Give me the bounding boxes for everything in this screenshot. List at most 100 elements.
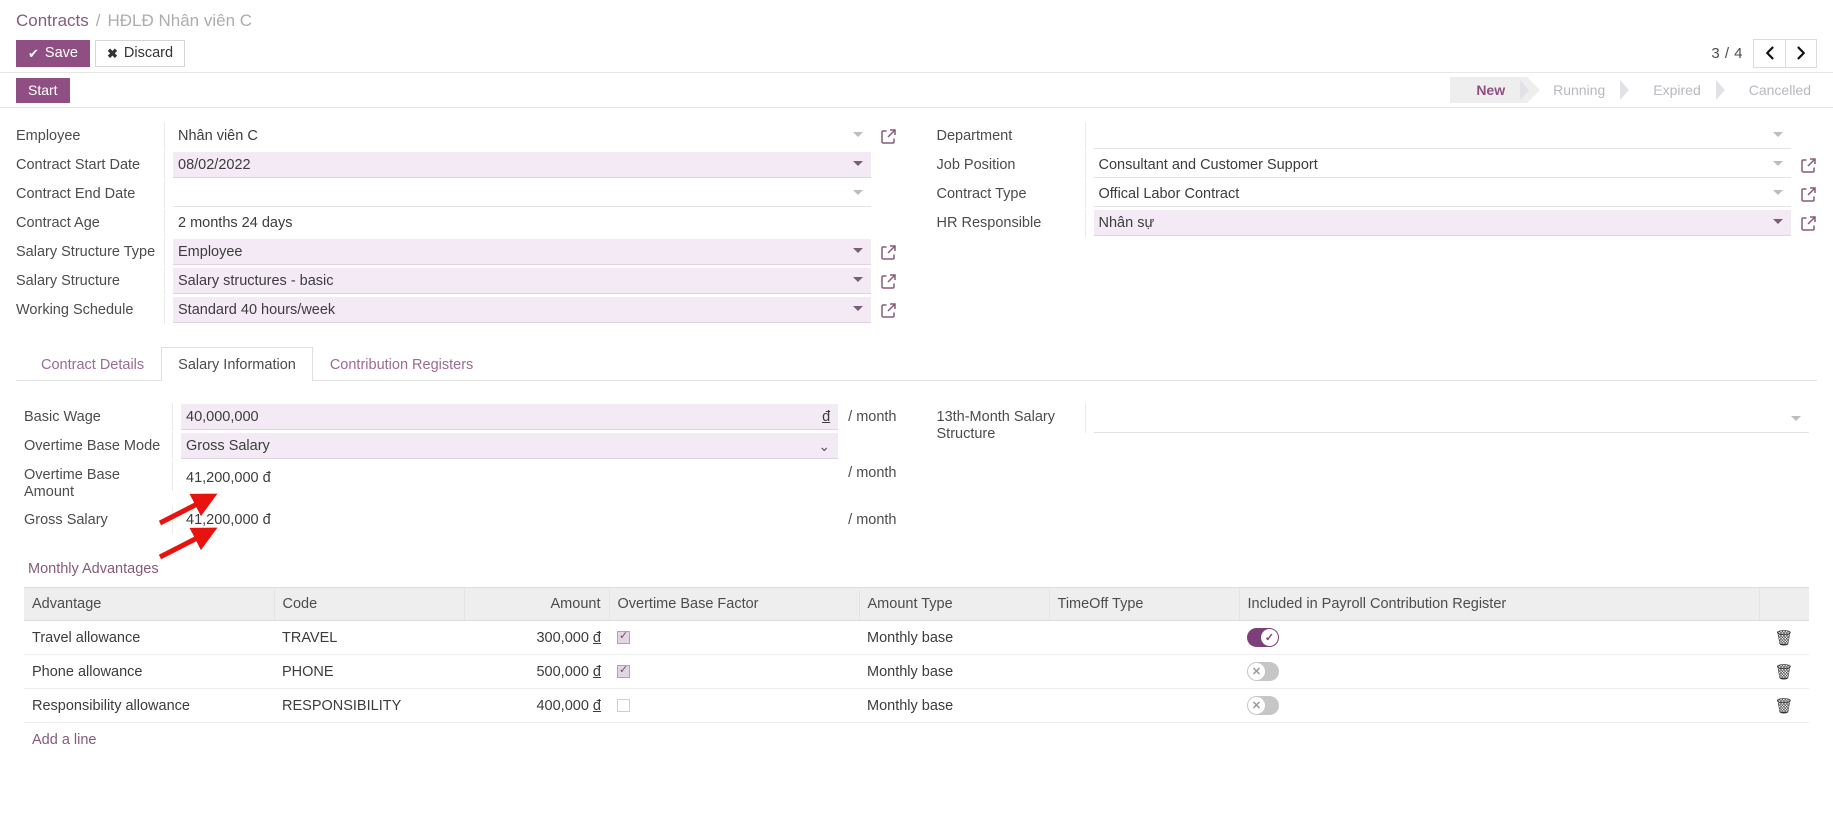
cell-amount[interactable]: 500,000 đ <box>464 655 609 689</box>
monthly-advantages-table: Advantage Code Amount Overtime Base Fact… <box>24 587 1809 723</box>
cell-delete[interactable]: 🗑 <box>1759 655 1809 689</box>
table-row[interactable]: Phone allowance PHONE 500,000 đ Monthly … <box>24 655 1809 689</box>
included-in-register-toggle[interactable]: ✓ <box>1247 628 1279 647</box>
pager-previous-button[interactable] <box>1754 40 1785 67</box>
status-new[interactable]: New <box>1450 77 1527 103</box>
cell-amount-type[interactable]: Monthly base <box>859 621 1049 655</box>
field-13th-month-salary-structure-input[interactable] <box>1094 407 1810 433</box>
field-salary-structure-input[interactable]: Salary structures - basic <box>173 268 871 294</box>
discard-button[interactable]: ✖ Discard <box>95 40 185 67</box>
overtime-base-factor-checkbox[interactable] <box>617 699 630 712</box>
table-row[interactable]: Responsibility allowance RESPONSIBILITY … <box>24 689 1809 723</box>
cell-delete[interactable]: 🗑 <box>1759 689 1809 723</box>
cell-included-in-register[interactable]: ✕ <box>1239 655 1759 689</box>
field-contract-start-date-label: Contract Start Date <box>16 151 164 174</box>
start-button[interactable]: Start <box>16 78 70 103</box>
cell-included-in-register[interactable]: ✕ <box>1239 689 1759 723</box>
employee-internal-link-icon[interactable] <box>880 128 897 145</box>
field-hr-responsible-label: HR Responsible <box>937 209 1085 232</box>
trash-icon[interactable]: 🗑 <box>1774 698 1793 715</box>
field-contract-end-date-input[interactable] <box>173 181 871 207</box>
save-button[interactable]: ✔ Save <box>16 40 90 67</box>
save-button-label: Save <box>45 46 78 61</box>
field-contract-start-date-input[interactable]: 08/02/2022 <box>173 152 871 178</box>
cell-amount-type[interactable]: Monthly base <box>859 655 1049 689</box>
trash-icon[interactable]: 🗑 <box>1774 630 1793 647</box>
status-cancelled[interactable]: Cancelled <box>1723 77 1833 103</box>
table-header: Advantage Code Amount Overtime Base Fact… <box>24 588 1809 621</box>
overtime-base-factor-checkbox[interactable] <box>617 665 630 678</box>
field-contract-start-date: Contract Start Date 08/02/2022 <box>16 151 897 180</box>
field-overtime-base-mode-select[interactable]: Gross Salary ⌄ <box>181 433 838 459</box>
field-job-position-input[interactable]: Consultant and Customer Support <box>1094 152 1792 178</box>
field-job-position-label: Job Position <box>937 151 1085 174</box>
column-included-in-register[interactable]: Included in Payroll Contribution Registe… <box>1239 588 1759 621</box>
column-advantage[interactable]: Advantage <box>24 588 274 621</box>
currency-symbol: đ <box>593 698 601 714</box>
cell-timeoff-type[interactable] <box>1049 655 1239 689</box>
job-position-internal-link-icon[interactable] <box>1800 157 1817 174</box>
cell-amount-value: 300,000 <box>536 630 588 646</box>
contract-form-page: Contracts / HĐLĐ Nhân viên C ✔ Save ✖ Di… <box>0 0 1833 834</box>
status-running[interactable]: Running <box>1527 77 1627 103</box>
add-a-line-button[interactable]: Add a line <box>24 723 105 754</box>
field-overtime-base-mode-label: Overtime Base Mode <box>24 432 172 455</box>
contract-type-internal-link-icon[interactable] <box>1800 186 1817 203</box>
cell-overtime-base-factor[interactable] <box>609 689 859 723</box>
table-row[interactable]: Travel allowance TRAVEL 300,000 đ Monthl… <box>24 621 1809 655</box>
field-salary-structure-type: Salary Structure Type Employee <box>16 238 897 267</box>
status-expired[interactable]: Expired <box>1627 77 1722 103</box>
field-contract-age-value: 2 months 24 days <box>173 210 871 236</box>
trash-icon[interactable]: 🗑 <box>1774 664 1793 681</box>
field-contract-age-label: Contract Age <box>16 209 164 232</box>
cell-advantage[interactable]: Responsibility allowance <box>24 689 274 723</box>
cell-timeoff-type[interactable] <box>1049 689 1239 723</box>
pager-next-button[interactable] <box>1785 40 1816 67</box>
cell-amount[interactable]: 300,000 đ <box>464 621 609 655</box>
field-working-schedule-input[interactable]: Standard 40 hours/week <box>173 297 871 323</box>
column-amount[interactable]: Amount <box>464 588 609 621</box>
salary-structure-type-internal-link-icon[interactable] <box>880 244 897 261</box>
cell-amount[interactable]: 400,000 đ <box>464 689 609 723</box>
included-in-register-toggle[interactable]: ✕ <box>1247 662 1279 681</box>
cell-amount-type[interactable]: Monthly base <box>859 689 1049 723</box>
cell-overtime-base-factor[interactable] <box>609 655 859 689</box>
field-basic-wage: Basic Wage 40,000,000 đ / month <box>24 403 897 432</box>
form-column-left: Employee Nhân viên C Contract Start Date <box>16 122 917 325</box>
cell-included-in-register[interactable]: ✓ <box>1239 621 1759 655</box>
cell-timeoff-type[interactable] <box>1049 621 1239 655</box>
overtime-base-factor-checkbox[interactable] <box>617 631 630 644</box>
cell-overtime-base-factor[interactable] <box>609 621 859 655</box>
form-column-right: Department Job Position Consultant and C… <box>917 122 1818 325</box>
breadcrumb-root[interactable]: Contracts <box>16 11 89 31</box>
field-hr-responsible-input[interactable]: Nhân sự <box>1094 210 1792 236</box>
field-salary-structure-type-input[interactable]: Employee <box>173 239 871 265</box>
column-timeoff-type[interactable]: TimeOff Type <box>1049 588 1239 621</box>
cell-code[interactable]: PHONE <box>274 655 464 689</box>
included-in-register-toggle[interactable]: ✕ <box>1247 696 1279 715</box>
tab-contribution-registers[interactable]: Contribution Registers <box>313 347 490 381</box>
field-employee-input[interactable]: Nhân viên C <box>173 123 871 149</box>
tab-contract-details[interactable]: Contract Details <box>24 347 161 381</box>
salary-structure-internal-link-icon[interactable] <box>880 273 897 290</box>
cell-advantage[interactable]: Travel allowance <box>24 621 274 655</box>
column-amount-type[interactable]: Amount Type <box>859 588 1049 621</box>
working-schedule-internal-link-icon[interactable] <box>880 302 897 319</box>
field-contract-type-input[interactable]: Offical Labor Contract <box>1094 181 1792 207</box>
field-contract-end-date-label: Contract End Date <box>16 180 164 203</box>
hr-responsible-internal-link-icon[interactable] <box>1800 215 1817 232</box>
tab-salary-information[interactable]: Salary Information <box>161 347 313 381</box>
field-basic-wage-input[interactable]: 40,000,000 đ <box>181 404 838 430</box>
cell-code[interactable]: TRAVEL <box>274 621 464 655</box>
field-13th-month-salary-structure: 13th-Month Salary Structure <box>937 403 1810 451</box>
cell-delete[interactable]: 🗑 <box>1759 621 1809 655</box>
field-overtime-base-amount-value: 41,200,000 đ <box>181 465 838 491</box>
check-icon: ✔ <box>28 47 39 60</box>
cell-code[interactable]: RESPONSIBILITY <box>274 689 464 723</box>
field-department-input[interactable] <box>1094 123 1792 149</box>
column-code[interactable]: Code <box>274 588 464 621</box>
currency-symbol: đ <box>822 409 830 425</box>
discard-button-label: Discard <box>124 46 173 61</box>
column-overtime-base-factor[interactable]: Overtime Base Factor <box>609 588 859 621</box>
cell-advantage[interactable]: Phone allowance <box>24 655 274 689</box>
